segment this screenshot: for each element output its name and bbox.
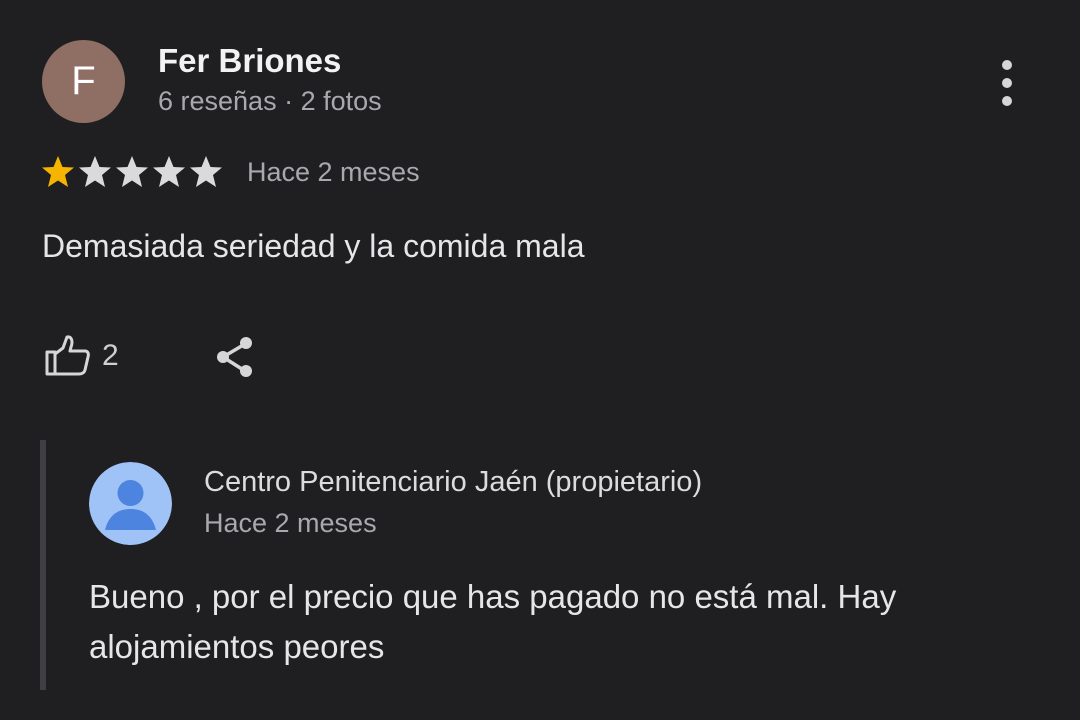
star-empty-icon: [116, 156, 148, 187]
more-options-button[interactable]: [986, 56, 1028, 110]
author-name[interactable]: Fer Briones: [158, 42, 341, 80]
more-vert-icon-dot: [1002, 96, 1012, 106]
star-empty-icon: [153, 156, 185, 187]
more-vert-icon-dot: [1002, 78, 1012, 88]
share-icon: [217, 337, 252, 377]
star-rating: [40, 154, 225, 190]
review-text: Demasiada seriedad y la comida mala: [42, 228, 585, 264]
avatar-letter: F: [71, 59, 96, 103]
review-date: Hace 2 meses: [247, 156, 420, 187]
like-button[interactable]: 2: [44, 332, 119, 380]
star-filled-icon: [42, 156, 74, 187]
owner-reply-text: Bueno , por el precio que has pagado no …: [89, 578, 897, 665]
person-icon: [89, 462, 172, 545]
rating-row: Hace 2 meses: [40, 154, 420, 190]
share-button[interactable]: [212, 334, 258, 380]
reply-divider: [40, 440, 46, 690]
star-empty-icon: [79, 156, 111, 187]
owner-reply-date: Hace 2 meses: [204, 508, 377, 538]
thumb-up-icon: [45, 335, 90, 376]
more-vert-icon-dot: [1002, 60, 1012, 70]
owner-avatar: [89, 462, 172, 545]
star-empty-icon: [190, 156, 222, 187]
author-avatar[interactable]: F: [42, 40, 125, 123]
like-count: 2: [102, 339, 119, 372]
owner-name: Centro Penitenciario Jaén (propietario): [204, 466, 703, 498]
author-meta: 6 reseñas · 2 fotos: [158, 86, 382, 116]
